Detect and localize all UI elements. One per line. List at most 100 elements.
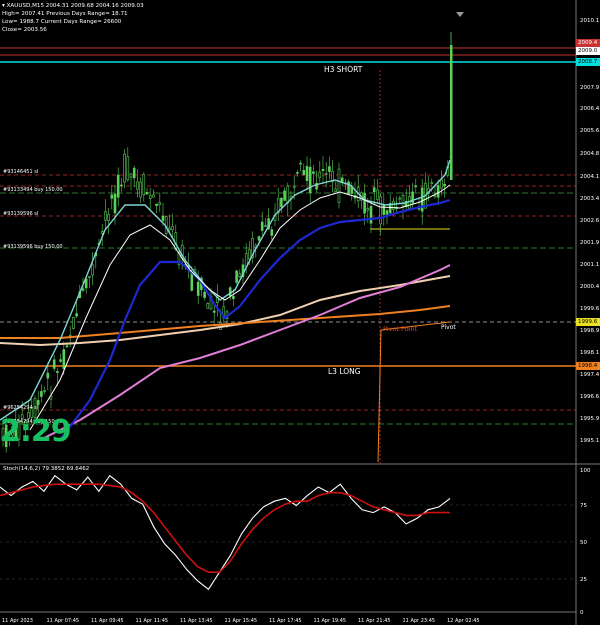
candle-body [392, 201, 395, 210]
candle-body [158, 202, 162, 206]
time-axis-label: 11 Apr 15:45 [225, 618, 258, 624]
candle-body [321, 169, 325, 172]
candle-body [81, 288, 85, 291]
price-axis-label: 1997.4 [580, 372, 600, 378]
price-axis-label: 2010.1 [580, 18, 599, 24]
candle-body [401, 194, 405, 207]
candle-body [372, 187, 376, 193]
candle-body [72, 316, 75, 329]
price-box-red: 2009.4 [576, 39, 600, 47]
stoch-label: Stoch(14,6,2) 79.3852 69.6462 [3, 466, 89, 472]
candle-body [436, 185, 440, 198]
candle-body [385, 210, 389, 215]
candle-body [296, 172, 299, 174]
candle-body [248, 249, 251, 260]
candle-body [212, 310, 216, 313]
price-box-cyan: 2008.7 [576, 58, 600, 66]
price-axis-label: 2001.1 [580, 262, 599, 268]
candle-body [59, 359, 62, 362]
candle-body [168, 227, 171, 231]
time-axis-label: 11 Apr 2023 [2, 618, 33, 624]
stoch-level-label: 75 [580, 503, 587, 509]
candle-body [443, 183, 446, 187]
candle-body [174, 232, 178, 250]
candle-body [334, 188, 338, 192]
candle-body [280, 197, 283, 208]
candle-body [75, 313, 78, 317]
time-axis-label: 11 Apr 09:45 [91, 618, 124, 624]
price-box-white: 2009.0 [576, 47, 600, 55]
l3-long-label: L3 LONG [328, 367, 361, 376]
order-label: #93133494 buy 150.00 [3, 187, 63, 193]
candle-body [56, 371, 59, 373]
candle-body [440, 179, 443, 189]
price-axis-label: 1998.9 [580, 328, 600, 334]
candle-body [235, 270, 238, 283]
candle-body [116, 174, 120, 198]
ma-pink-line [39, 264, 451, 441]
price-axis-label: 2006.4 [580, 106, 600, 112]
price-axis-label: 1995.1 [580, 438, 599, 444]
time-axis-label: 11 Apr 19:45 [314, 618, 347, 624]
candle-body [68, 334, 72, 337]
price-axis-label: 2002.6 [580, 218, 600, 224]
price-axis-label: 1999.6 [580, 306, 600, 312]
price-axis-label: 1998.1 [580, 350, 599, 356]
candle-body [161, 215, 165, 221]
time-axis-label: 11 Apr 07:45 [47, 618, 80, 624]
pivot-point-label: Pivot Point [383, 325, 418, 333]
time-axis-label: 12 Apr 02:45 [447, 618, 480, 624]
time-axis-label: 11 Apr 11:45 [136, 618, 169, 624]
candle-body [398, 197, 402, 200]
stoch-signal-line [0, 483, 450, 574]
candle-body [376, 189, 379, 200]
price-axis-label: 2000.4 [580, 284, 600, 290]
price-axis-label: 1996.6 [580, 394, 600, 400]
candle-body [62, 349, 66, 369]
price-axis-label: 2004.1 [580, 174, 599, 180]
candle-body [43, 390, 46, 392]
candle-body [100, 231, 104, 234]
time-axis-label: 11 Apr 21:45 [358, 618, 391, 624]
scroll-marker-icon[interactable] [456, 12, 464, 17]
candle-body [305, 166, 309, 182]
countdown-timer: 2:29 [0, 414, 72, 449]
time-axis-label: 11 Apr 13:45 [180, 618, 213, 624]
candle-body [430, 182, 434, 184]
candle-body [155, 203, 158, 207]
ma-cyan-line [0, 159, 451, 421]
candle-body [324, 173, 328, 175]
price-box-yellow: 1999.6 [576, 318, 600, 326]
price-chart[interactable]: H3 SHORT L3 LONG Pivot Point Pivot Stoch… [0, 0, 600, 625]
candle-body [450, 45, 453, 180]
candle-body [110, 194, 114, 199]
candle-body [433, 195, 437, 198]
candle-body [369, 206, 373, 224]
candle-body [196, 281, 200, 296]
moving-averages [0, 159, 451, 441]
order-label: #96254294 sl [3, 405, 38, 411]
candle-body [286, 185, 290, 204]
candle-body [283, 190, 286, 201]
candle-body [148, 195, 152, 199]
chart-window: ▾ XAUUSD,M15 2004.31 2009.68 2004.16 200… [0, 0, 600, 625]
candle-body [379, 196, 382, 225]
candle-body [126, 156, 130, 180]
candle-body [292, 185, 296, 188]
order-label: #93139596 buy 150.00 [3, 244, 63, 250]
candle-body [270, 229, 274, 236]
price-axis-label: 2005.6 [580, 128, 600, 134]
candle-body [52, 359, 56, 369]
price-axis-label: 1995.9 [580, 416, 600, 422]
stoch-level-label: 25 [580, 577, 587, 583]
price-axis-label: 2003.4 [580, 196, 600, 202]
pivot-point-line [377, 321, 451, 463]
candle-body [264, 225, 267, 228]
candle-body [232, 295, 235, 300]
candle-body [260, 221, 264, 231]
candle-body [318, 171, 322, 178]
candle-body [104, 211, 107, 221]
candle-body [363, 193, 366, 214]
candle-body [129, 173, 133, 178]
stoch-level-label: 0 [580, 610, 584, 616]
